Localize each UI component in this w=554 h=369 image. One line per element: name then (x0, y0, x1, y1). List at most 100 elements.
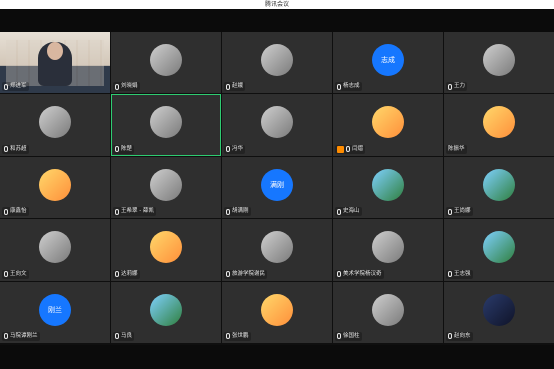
avatar (150, 44, 182, 76)
avatar (372, 231, 404, 264)
avatar (372, 293, 404, 326)
avatar: 志成 (372, 44, 404, 76)
participant-tile[interactable]: 王力 (444, 32, 554, 94)
participant-name: 和苏超 (10, 145, 27, 152)
mic-icon (115, 208, 119, 215)
avatar (261, 44, 293, 76)
participant-tile[interactable]: 陈振华 (444, 94, 554, 156)
avatar (261, 293, 293, 326)
mic-icon (337, 83, 341, 90)
participant-name: 达莉娜 (121, 270, 138, 277)
avatar (483, 293, 515, 326)
participant-tile[interactable]: 马良 (111, 281, 221, 343)
mic-icon (448, 271, 452, 278)
avatar: 刚兰 (39, 293, 71, 326)
nameplate: 王力 (446, 82, 468, 92)
participant-tile[interactable]: 刘晓娟 (111, 32, 221, 94)
bottom-bar (0, 345, 554, 369)
nameplate: 郑进军 (2, 82, 29, 92)
participant-tile[interactable]: 美术学院杨汉奇 (333, 219, 443, 281)
avatar (261, 231, 293, 264)
avatar (261, 106, 293, 139)
participant-tile[interactable]: 王尚娜 (444, 156, 554, 219)
mic-icon (337, 333, 341, 340)
nameplate: 徐国柱 (335, 331, 362, 341)
participant-tile[interactable]: 史海山 (333, 156, 443, 219)
participant-name: 徐国柱 (343, 332, 360, 339)
avatar (39, 168, 71, 201)
nameplate: 陈楚 (113, 144, 135, 154)
participant-tile[interactable]: 达莉娜 (111, 219, 221, 281)
participant-tile[interactable]: 和苏超 (0, 94, 110, 156)
avatar (483, 231, 515, 264)
mic-icon (226, 208, 230, 215)
participant-name: 马院谭刚兰 (10, 332, 38, 339)
participant-name: 赵娥 (232, 83, 244, 90)
avatar (150, 168, 182, 201)
mic-icon (4, 271, 8, 278)
participant-tile[interactable]: 王志强 (444, 219, 554, 281)
nameplate: 闫熠 (335, 144, 366, 154)
participant-grid: 郑进军 刘晓娟 赵娥 志成 杨志成 王力和苏超 陈楚 冯华 闫熠 陈振华康鑫怡 王希翠 - 薛凯 满刚… (0, 32, 554, 345)
participant-tile[interactable]: 陈楚 (111, 94, 221, 156)
avatar (372, 168, 404, 201)
participant-tile[interactable]: 郑进军 (0, 32, 110, 94)
nameplate: 达莉娜 (113, 269, 140, 279)
mic-icon (226, 83, 230, 90)
nameplate: 王希翠 - 薛凯 (113, 207, 156, 217)
mic-icon (4, 83, 8, 90)
participant-tile[interactable]: 冯华 (222, 94, 332, 156)
mic-icon (226, 146, 230, 153)
mic-icon (448, 333, 452, 340)
participant-tile[interactable]: 赵向东 (444, 281, 554, 343)
participant-name: 胡满刚 (232, 208, 249, 215)
mic-icon (226, 333, 230, 340)
avatar (39, 231, 71, 264)
participant-tile[interactable]: 闫熠 (333, 94, 443, 156)
avatar-initials: 刚兰 (48, 305, 62, 314)
nameplate: 胡满刚 (224, 207, 251, 217)
nameplate: 王尚娜 (446, 207, 473, 217)
mic-icon (4, 146, 8, 153)
participant-tile[interactable]: 赵娥 (222, 32, 332, 94)
participant-name: 王尚娜 (454, 208, 471, 215)
participant-tile[interactable]: 王希翠 - 薛凯 (111, 156, 221, 219)
participant-tile[interactable]: 志成 杨志成 (333, 32, 443, 94)
nameplate: 刘晓娟 (113, 82, 140, 92)
mic-icon (448, 83, 452, 90)
participant-name: 刘晓娟 (121, 83, 138, 90)
avatar (39, 106, 71, 139)
mic-icon (115, 146, 119, 153)
participant-tile[interactable]: 刚兰马院谭刚兰 (0, 281, 110, 343)
participant-name: 陈楚 (121, 145, 133, 152)
participant-name: 闫熠 (352, 145, 364, 152)
nameplate: 陈振华 (446, 144, 467, 154)
participant-tile[interactable]: 满刚 胡满刚 (222, 156, 332, 219)
participant-name: 王志强 (454, 270, 471, 277)
participant-tile[interactable]: 徐国柱 (333, 281, 443, 343)
participant-tile[interactable]: 王向文 (0, 219, 110, 281)
participant-tile[interactable]: 康鑫怡 (0, 156, 110, 219)
nameplate: 赵娥 (224, 82, 246, 92)
avatar (150, 106, 182, 139)
participant-name: 冯华 (232, 145, 244, 152)
participant-name: 王向文 (10, 270, 27, 277)
mic-icon (337, 271, 341, 278)
participant-name: 美术学院杨汉奇 (343, 270, 382, 277)
mic-icon (115, 333, 119, 340)
mic-icon (448, 208, 452, 215)
top-bar (0, 9, 554, 32)
participant-tile[interactable]: 张世鹏 (222, 281, 332, 343)
participant-name: 赵向东 (454, 332, 471, 339)
participant-tile[interactable]: 旅游学院谢民 (222, 219, 332, 281)
participant-name: 史海山 (343, 208, 360, 215)
mic-icon (226, 271, 230, 278)
nameplate: 王志强 (446, 269, 473, 279)
mic-icon (115, 271, 119, 278)
nameplate: 美术学院杨汉奇 (335, 269, 384, 279)
nameplate: 赵向东 (446, 331, 473, 341)
avatar-initials: 志成 (381, 56, 395, 64)
nameplate: 马良 (113, 331, 135, 341)
participant-name: 陈振华 (448, 145, 465, 152)
mic-icon (4, 333, 8, 340)
